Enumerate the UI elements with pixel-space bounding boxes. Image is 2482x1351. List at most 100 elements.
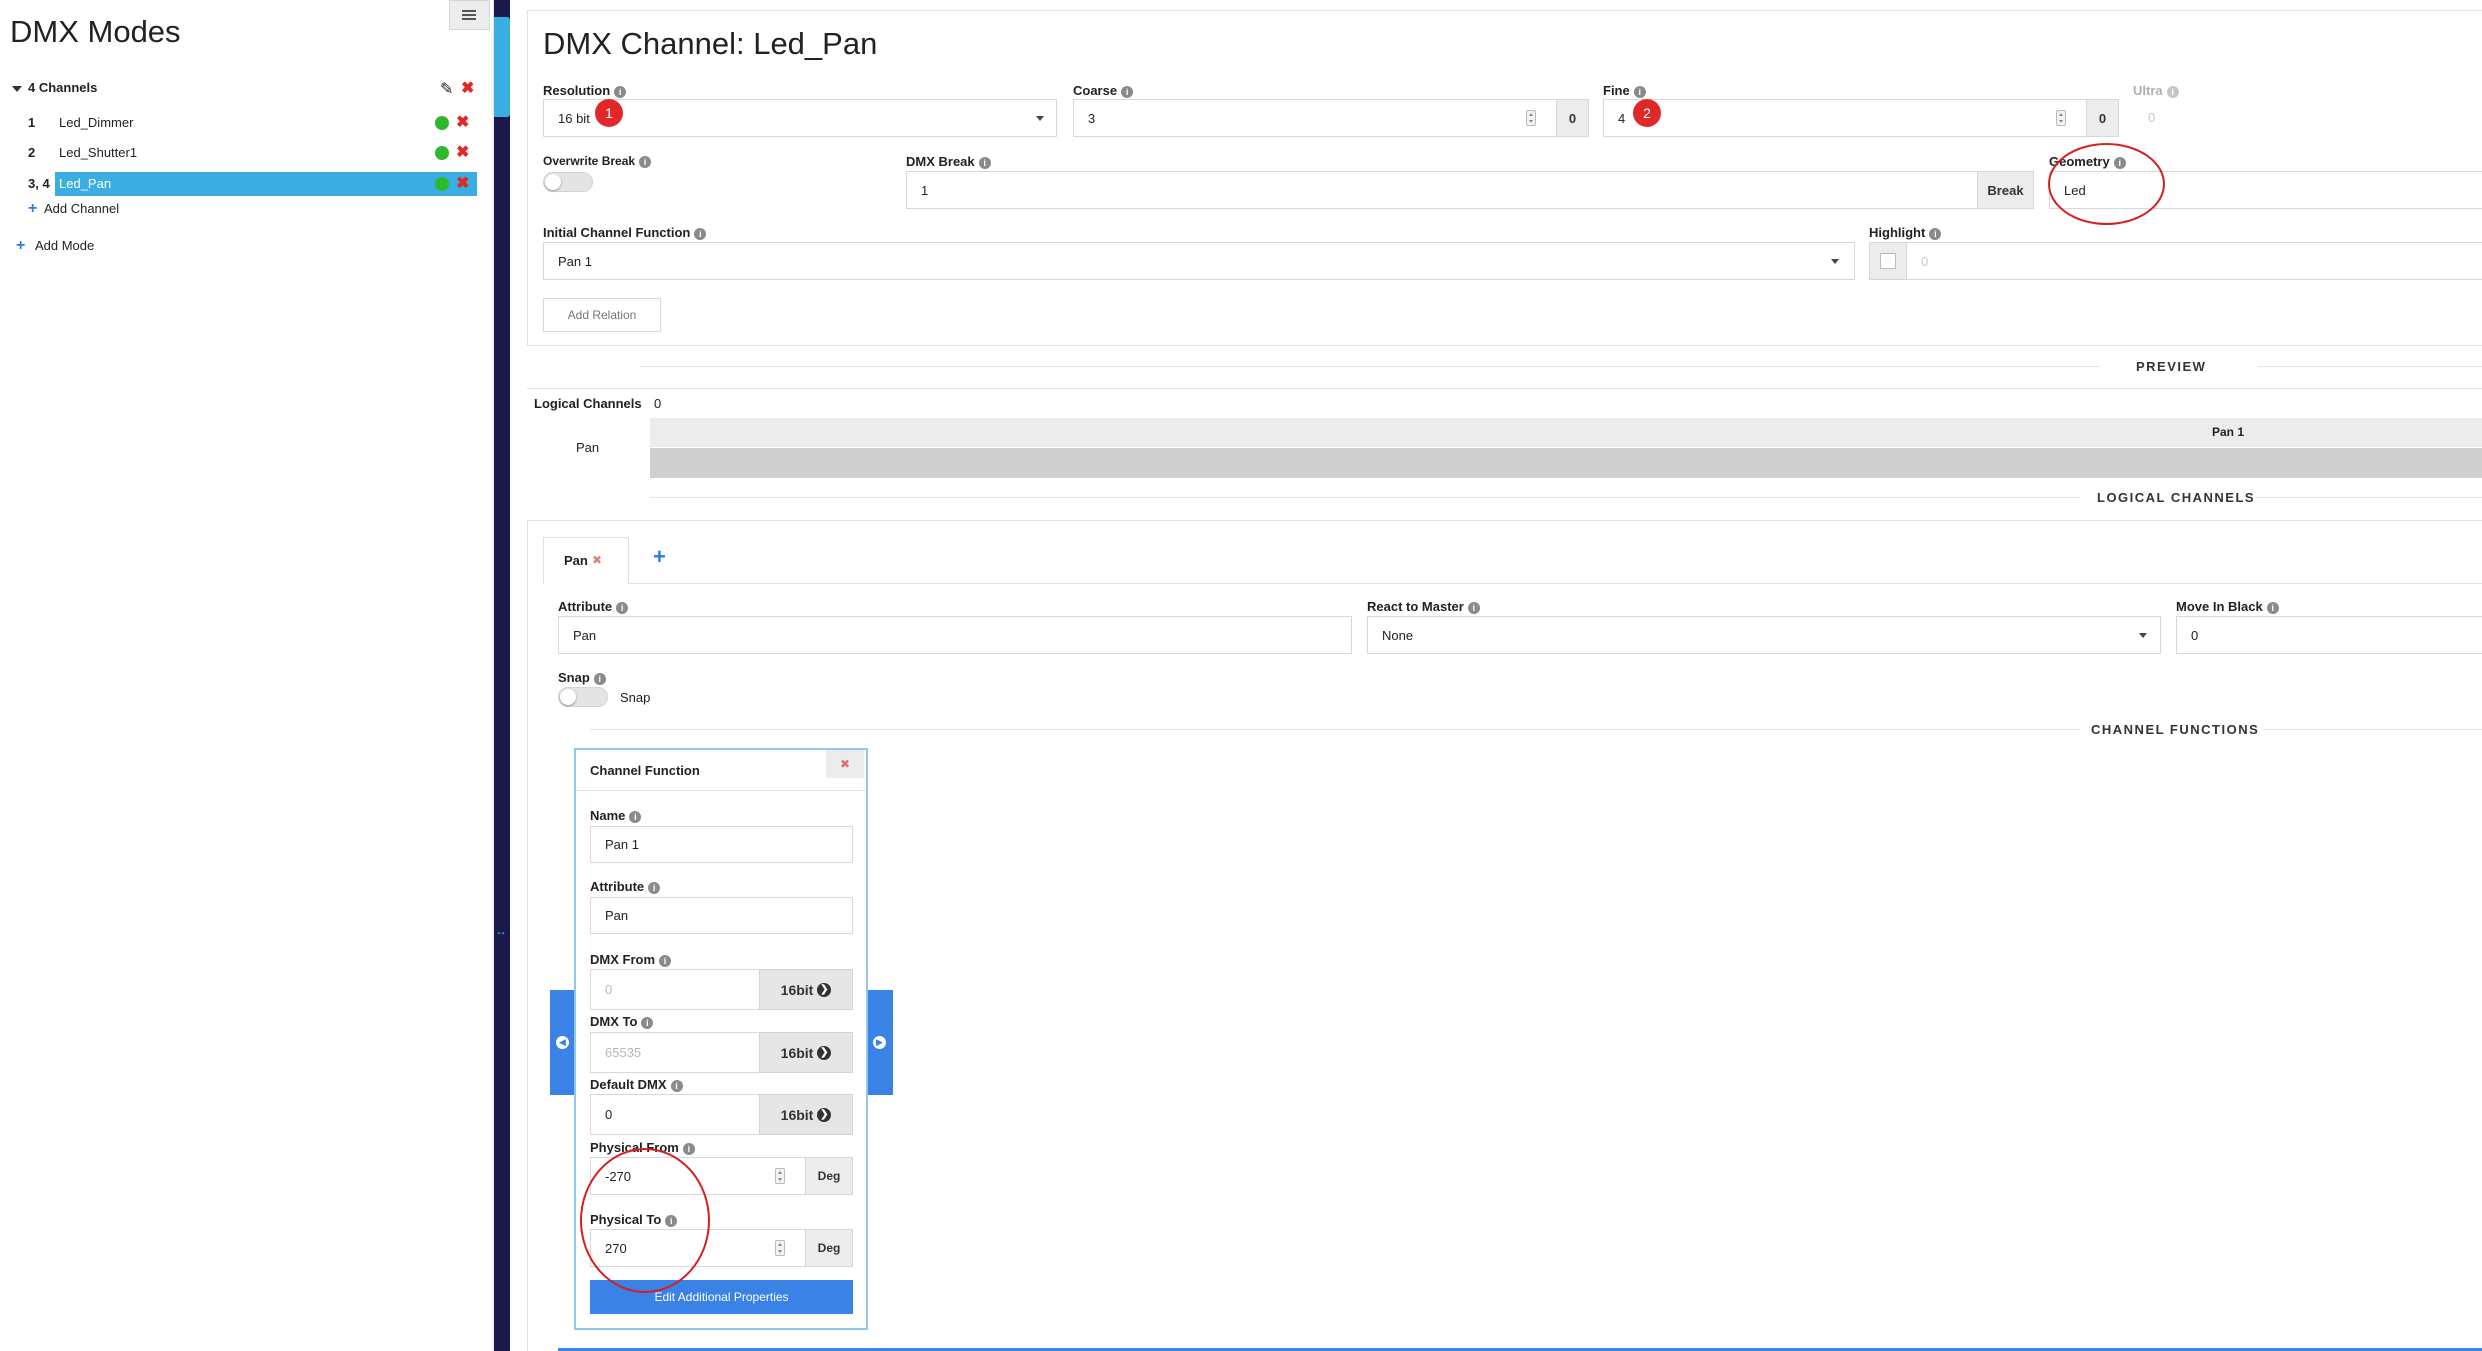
info-icon: i <box>1929 227 1942 240</box>
stepper-icon[interactable] <box>2056 110 2066 126</box>
tab-pan[interactable]: Pan ✖ <box>543 537 629 584</box>
preview-bar-label: Pan 1 <box>2212 425 2245 439</box>
stepper-icon[interactable] <box>1526 110 1536 126</box>
preview-bar <box>650 448 2482 478</box>
splitter-handle[interactable] <box>494 17 510 117</box>
info-icon: i <box>694 227 707 240</box>
highlight-circle <box>580 1148 710 1293</box>
fine-input[interactable]: 4 <box>1603 99 2087 137</box>
list-item[interactable]: 3, 4 Led_Pan ✖ <box>0 172 478 196</box>
list-item[interactable]: 2 Led_Shutter1 ✖ <box>0 142 478 164</box>
stepper-icon[interactable] <box>775 1168 785 1184</box>
status-dot-icon <box>435 146 449 160</box>
list-item[interactable]: 1 Led_Dimmer ✖ <box>0 112 478 134</box>
marker-badge-1: 1 <box>595 99 623 127</box>
add-channel-label: Add Channel <box>43 201 120 216</box>
delete-mode-icon[interactable]: ✖ <box>461 78 474 98</box>
info-icon: i <box>670 1079 683 1092</box>
card-title: Channel Function <box>590 763 700 778</box>
physical-from-unit: Deg <box>805 1157 853 1195</box>
info-icon: i <box>614 85 627 98</box>
caret-down-icon <box>12 85 22 92</box>
add-mode-label: Add Mode <box>34 238 95 253</box>
react-master-select[interactable]: None <box>1367 616 2161 654</box>
delete-icon[interactable]: ✖ <box>456 173 469 193</box>
fn-dmx-from-label: DMX From i <box>590 952 671 967</box>
arrow-right-icon: ❯ <box>817 982 832 997</box>
initial-function-label: Initial Channel Function i <box>543 225 707 240</box>
dmx-from-unit-button[interactable]: 16bit ❯ <box>759 969 853 1010</box>
info-icon: i <box>659 954 671 967</box>
info-icon: i <box>1121 85 1134 98</box>
active-channel-highlight <box>55 172 477 196</box>
sidebar: DMX Modes 4 Channels ✎ ✖ 1 Led_Dimmer ✖ … <box>0 0 494 1351</box>
delete-icon[interactable]: ✖ <box>456 112 469 132</box>
functions-divider-left <box>590 729 2080 730</box>
snap-toggle-label: Snap <box>620 690 651 705</box>
snap-toggle[interactable] <box>558 687 608 707</box>
add-relation-button[interactable]: Add Relation <box>543 298 661 332</box>
ultra-label: Ultra i <box>2133 83 2179 98</box>
resize-icon: ↔ <box>495 924 507 938</box>
overwrite-break-label: Overwrite Break i <box>543 154 652 168</box>
fn-name-label: Name i <box>590 808 642 823</box>
fn-attribute-label: Attribute i <box>590 879 661 894</box>
page-title: DMX Channel: Led_Pan <box>543 26 878 61</box>
logical-channels-label: Logical Channels <box>534 396 642 411</box>
functions-section-title: CHANNEL FUNCTIONS <box>2091 722 2260 737</box>
dmx-to-unit-button[interactable]: 16bit ❯ <box>759 1032 853 1073</box>
status-dot-icon <box>435 177 449 191</box>
move-black-input[interactable]: 0 <box>2176 616 2482 654</box>
dmx-break-input[interactable]: 1 <box>906 171 1978 209</box>
highlight-checkbox[interactable] <box>1880 253 1896 269</box>
sidebar-title: DMX Modes <box>10 14 181 49</box>
ultra-input: 0 <box>2148 110 2156 125</box>
attribute-input[interactable]: Pan <box>558 616 1352 654</box>
preview-section-title: PREVIEW <box>2136 359 2207 374</box>
fn-dmx-to-input: 65535 <box>590 1032 760 1073</box>
edit-icon[interactable]: ✎ <box>440 79 453 99</box>
plus-icon: + <box>16 237 26 254</box>
info-icon: i <box>616 601 629 614</box>
initial-function-select[interactable]: Pan 1 <box>543 242 1855 280</box>
mode-name: 4 Channels <box>28 80 98 95</box>
info-icon: i <box>1633 85 1646 98</box>
add-channel-link[interactable]: + Add Channel <box>28 200 119 218</box>
preview-divider-right <box>2258 366 2482 367</box>
delete-icon[interactable]: ✖ <box>456 142 469 162</box>
info-icon: i <box>682 1142 695 1155</box>
highlight-input[interactable]: 0 <box>1906 242 2482 280</box>
fn-attribute-input[interactable]: Pan <box>590 897 853 934</box>
splitter[interactable]: ↔ <box>494 0 510 1351</box>
default-dmx-unit-button[interactable]: 16bit ❯ <box>759 1094 853 1135</box>
break-addon: Break <box>1977 171 2034 209</box>
preview-row-name: Pan <box>576 440 600 455</box>
close-icon[interactable]: ✖ <box>592 553 602 567</box>
fn-default-dmx-label: Default DMX i <box>590 1077 683 1092</box>
close-icon[interactable]: ✖ <box>826 750 864 778</box>
chevron-down-icon <box>2139 633 2147 638</box>
stepper-icon[interactable] <box>775 1240 785 1256</box>
coarse-input[interactable]: 3 <box>1073 99 1557 137</box>
next-function-button[interactable]: ▶ <box>867 990 893 1095</box>
physical-to-unit: Deg <box>805 1229 853 1267</box>
preview-bar-header <box>650 418 2482 447</box>
info-icon: i <box>1467 601 1480 614</box>
plus-icon: + <box>28 200 38 217</box>
channel-name: Led_Pan <box>59 176 112 191</box>
add-mode-link[interactable]: + Add Mode <box>16 237 94 255</box>
highlight-checkbox-box[interactable] <box>1869 242 1907 280</box>
snap-label: Snap i <box>558 670 606 685</box>
marker-badge-2: 2 <box>1633 99 1661 127</box>
prev-function-button[interactable]: ◀ <box>550 990 574 1095</box>
fine-label: Fine i <box>1603 83 1646 98</box>
overwrite-break-toggle[interactable] <box>543 172 593 192</box>
fn-name-input[interactable]: Pan 1 <box>590 826 853 863</box>
fn-default-dmx-input[interactable]: 0 <box>590 1094 760 1135</box>
channel-number: 1 <box>28 115 36 130</box>
fine-addon: 0 <box>2086 99 2119 137</box>
fn-dmx-to-label: DMX To i <box>590 1014 654 1029</box>
add-tab-button[interactable]: + <box>653 544 666 570</box>
mode-header[interactable]: 4 Channels <box>12 80 97 95</box>
hamburger-icon[interactable] <box>449 0 490 30</box>
